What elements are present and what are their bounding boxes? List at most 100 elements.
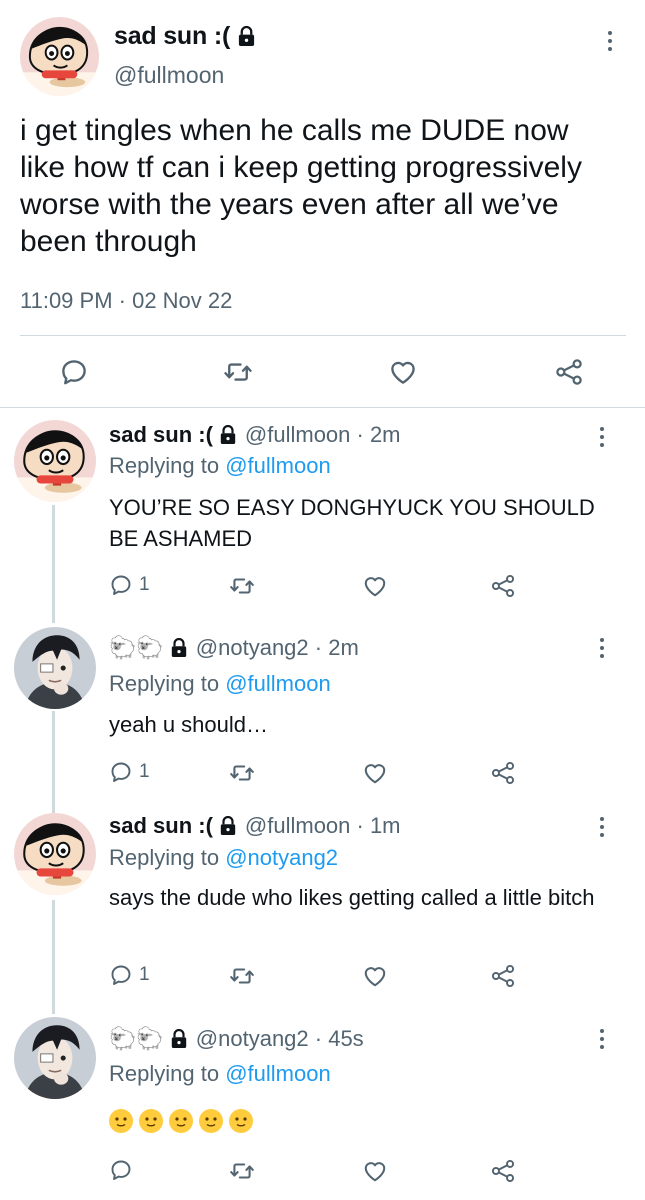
lock-icon [237,26,256,47]
replying-to: Replying to @fullmoon [109,1061,331,1087]
reply-display-name-text: sad sun :( [109,422,213,447]
like-icon [362,760,388,786]
retweet-icon [229,1158,255,1184]
main-display-name[interactable]: sad sun :( [114,22,256,51]
melting-face-emoji: 🫠 [109,1109,133,1133]
main-handle[interactable]: @fullmoon [114,62,224,89]
reply-icon [109,1158,133,1182]
like-icon [362,963,388,989]
retweet-icon [229,963,255,989]
thread-line [52,505,55,623]
reply-avatar[interactable] [14,420,96,502]
reply-avatar[interactable] [14,813,96,895]
reply-header: 🐑🐑 @notyang2 · 45s [109,1026,364,1052]
reply-handle-time[interactable]: @fullmoon · 2m [245,422,401,448]
reply-text: YOU’RE SO EASY DONGHYUCK YOU SHOULD BE A… [109,495,595,551]
reply-count: 1 [139,964,150,985]
share-icon [490,573,516,599]
lock-icon [170,638,188,658]
reply-display-name-text: 🐑🐑 [109,1026,164,1051]
reply-button[interactable] [59,357,89,387]
retweet-icon [229,573,255,599]
share-icon [554,357,584,387]
like-button[interactable] [362,963,388,989]
reply-count: 1 [139,761,150,782]
retweet-button[interactable] [229,760,255,786]
share-button[interactable] [490,1158,516,1184]
reply-header: sad sun :( @fullmoon · 2m [109,422,401,448]
like-button[interactable] [362,573,388,599]
reply-count: 1 [139,574,150,595]
reply-button[interactable]: 1 [109,760,150,784]
main-display-name-text: sad sun :( [114,22,231,50]
replying-to-link[interactable]: @fullmoon [225,671,331,696]
more-icon[interactable] [592,1024,612,1054]
retweet-icon [229,760,255,786]
lock-icon [219,425,237,445]
divider [20,335,626,336]
reply-display-name-text: sad sun :( [109,813,213,838]
reply-icon [59,357,89,387]
share-button[interactable] [490,963,516,989]
more-icon[interactable] [600,26,620,56]
retweet-icon [223,357,253,387]
replying-to-link[interactable]: @fullmoon [225,453,331,478]
reply-icon [109,963,133,987]
tweet-timestamp[interactable]: 11:09 PM · 02 Nov 22 [20,288,232,314]
retweet-button[interactable] [223,357,253,387]
reply-display-name[interactable]: 🐑🐑 [109,635,188,661]
lock-icon [170,1029,188,1049]
share-button[interactable] [490,573,516,599]
reply-display-name-text: 🐑🐑 [109,635,164,660]
like-button[interactable] [388,357,418,387]
smiling-face-emoji: ☺️ [229,1109,253,1133]
replying-to-link[interactable]: @fullmoon [225,1061,331,1086]
replying-to-link[interactable]: @notyang2 [225,845,338,870]
reply-icon [109,760,133,784]
reply-display-name[interactable]: sad sun :( [109,422,237,448]
reply-display-name[interactable]: 🐑🐑 [109,1026,188,1052]
reply-button[interactable]: 1 [109,963,150,987]
share-icon [490,760,516,786]
reply-button[interactable]: 1 [109,573,150,597]
replying-to: Replying to @fullmoon [109,453,331,479]
reply-icon [109,573,133,597]
main-avatar[interactable] [20,17,99,96]
retweet-button[interactable] [229,573,255,599]
reply-handle-time[interactable]: @notyang2 · 45s [196,1026,364,1052]
like-icon [362,1158,388,1184]
reply-handle-time[interactable]: @fullmoon · 1m [245,813,401,839]
more-icon[interactable] [592,812,612,842]
retweet-button[interactable] [229,963,255,989]
share-icon [490,1158,516,1184]
share-button[interactable] [490,760,516,786]
replying-to-label: Replying to [109,453,226,478]
like-button[interactable] [362,760,388,786]
reply-text: says the dude who likes getting called a… [109,885,595,910]
like-icon [362,573,388,599]
reply-button[interactable] [109,1158,139,1182]
replying-to: Replying to @fullmoon [109,671,331,697]
tweet-text: i get tingles when he calls me DUDE now … [20,114,582,258]
reply-display-name[interactable]: sad sun :( [109,813,237,839]
like-button[interactable] [362,1158,388,1184]
reply-text: yeah u should… [109,712,268,737]
replying-to: Replying to @notyang2 [109,845,338,871]
reply-header: 🐑🐑 @notyang2 · 2m [109,635,359,661]
more-icon[interactable] [592,422,612,452]
thread-line [52,900,55,1014]
smirking-face-emoji: 😏 [199,1109,223,1133]
reply-avatar[interactable] [14,1017,96,1099]
retweet-button[interactable] [229,1158,255,1184]
flushed-face-emoji: 😳 [169,1109,193,1133]
share-icon [490,963,516,989]
reply-avatar[interactable] [14,627,96,709]
emoji-row: 🫠 😵‍💫 😳 😏 ☺️ [109,1109,253,1133]
more-icon[interactable] [592,633,612,663]
thread-line [52,711,55,813]
like-icon [388,357,418,387]
replying-to-label: Replying to [109,845,226,870]
share-button[interactable] [554,357,584,387]
reply-handle-time[interactable]: @notyang2 · 2m [196,635,359,661]
replying-to-label: Replying to [109,1061,226,1086]
